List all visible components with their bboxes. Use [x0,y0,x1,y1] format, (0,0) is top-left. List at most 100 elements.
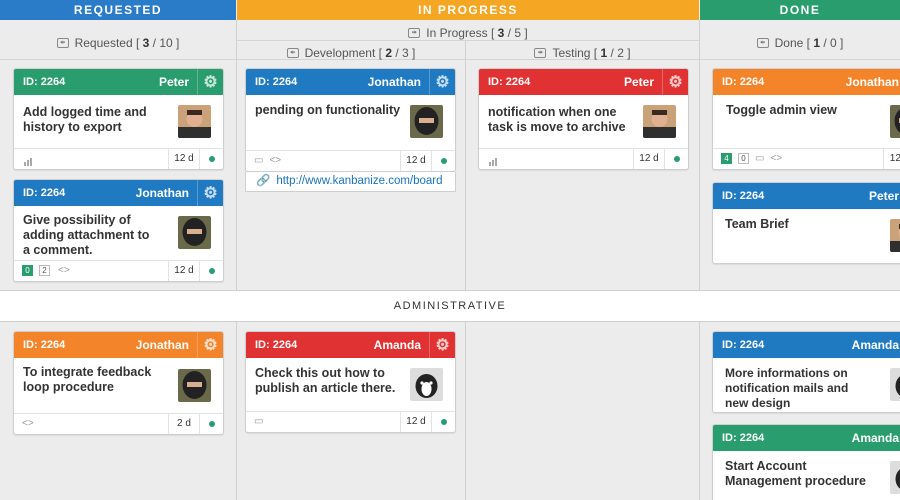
collapse-icon[interactable]: ⇹ [534,48,547,58]
card-owner[interactable]: Amanda [852,332,899,358]
card-link-url[interactable]: http://www.kanbanize.com/board [276,175,442,187]
badge-total[interactable]: 2 [39,265,50,276]
card-footer: 12 d [479,148,688,169]
card-title: Add logged time and history to export [23,105,147,134]
subheader-done: ⇹ Done [ 1 / 0 ] [700,20,900,60]
code-icon[interactable]: <> [269,155,281,166]
gear-icon[interactable]: ⚙ [429,69,455,95]
card-id: ID: 2264 [255,339,298,351]
column-header-done[interactable]: DONE [700,0,900,20]
task-card[interactable]: ID: 2264 Peter ⚙ notification when one t… [478,68,689,170]
card-owner[interactable]: Amanda [374,332,421,358]
column-divider [699,20,700,500]
task-card[interactable]: ID: 2264 Jonathan ⚙ Give possibility of … [13,179,224,282]
swimlane-administrative[interactable]: ADMINISTRATIVE [0,290,900,322]
collapse-icon[interactable]: ⇹ [286,48,299,58]
avatar [178,369,211,402]
avatar [890,461,900,494]
card-id: ID: 2264 [23,187,66,199]
card-id: ID: 2264 [722,190,765,202]
card-title: Start Account Management procedure [725,459,867,488]
card-header: ID: 2264 Peter ⚙ [479,69,688,95]
card-age: 12 d [633,149,665,169]
card-footer: <> 2 d [14,413,223,434]
code-icon[interactable]: <> [58,265,70,276]
card-age: 12 d [400,151,432,171]
card-id: ID: 2264 [23,339,66,351]
task-card[interactable]: ID: 2264 Amanda Start Account Management… [712,424,900,500]
card-id: ID: 2264 [255,76,298,88]
task-card[interactable]: ID: 2264 Jonathan ⚙ To integrate feedbac… [13,331,224,435]
collapse-icon[interactable]: ⇹ [756,38,769,48]
card-link[interactable]: 🔗 http://www.kanbanize.com/board [245,172,456,192]
stats-icon[interactable] [24,158,32,166]
column-divider [465,41,466,500]
card-owner[interactable]: Jonathan [846,69,899,95]
card-title: notification when one task is move to ar… [488,105,626,134]
card-title: pending on functionality [255,103,401,117]
card-age: 2 d [168,414,200,434]
subheader-in-progress: ⇹ In Progress [ 3 / 5 ] [237,20,699,41]
card-header: ID: 2264 Jonathan ⚙ [246,69,455,95]
status-dot [441,158,447,164]
card-owner[interactable]: Amanda [852,425,899,451]
stats-icon[interactable] [489,158,497,166]
card-owner[interactable]: Peter [869,183,899,209]
card-id: ID: 2264 [488,76,531,88]
task-card[interactable]: ID: 2264 Peter Team Brief [712,182,900,264]
card-header: ID: 2264 Jonathan ⚙ [14,332,223,358]
task-card[interactable]: ID: 2264 Jonathan Toggle admin view 40 ▭… [712,68,900,170]
status-dot [209,268,215,274]
avatar [410,105,443,138]
column-header-in-progress[interactable]: IN PROGRESS [237,0,699,20]
avatar [178,105,211,138]
comment-icon[interactable]: ▭ [254,155,263,166]
subheader-testing: ⇹ Testing [ 1 / 2 ] [466,41,699,60]
badge-total[interactable]: 0 [738,153,749,164]
card-footer: 02 <> 12 d [14,260,223,281]
task-card[interactable]: ID: 2264 Peter ⚙ Add logged time and his… [13,68,224,170]
card-header: ID: 2264 Jonathan ⚙ [14,180,223,206]
card-title: More informations on notification mails … [725,366,849,410]
collapse-icon[interactable]: ⇹ [408,28,421,38]
card-owner[interactable]: Jonathan [136,332,189,358]
card-owner[interactable]: Jonathan [136,180,189,206]
card-owner[interactable]: Jonathan [368,69,421,95]
card-header: ID: 2264 Amanda ⚙ [246,332,455,358]
subheader-development: ⇹ Development [ 2 / 3 ] [237,41,465,60]
column-header-requested[interactable]: REQUESTED [0,0,236,20]
gear-icon[interactable]: ⚙ [197,332,223,358]
card-title: To integrate feedback loop procedure [23,365,152,394]
gear-icon[interactable]: ⚙ [197,180,223,206]
task-card[interactable]: ID: 2264 Jonathan ⚙ pending on functiona… [245,68,456,172]
card-title: Check this out how to publish an article… [255,366,396,395]
task-card[interactable]: ID: 2264 Amanda ⚙ Check this out how to … [245,331,456,433]
card-footer: ▭ <> 12 d [246,150,455,171]
code-icon[interactable]: <> [22,418,34,429]
column-divider [236,20,237,500]
card-age: 12 d [168,261,200,281]
card-header: ID: 2264 Amanda [713,332,900,358]
task-card[interactable]: ID: 2264 Amanda More informations on not… [712,331,900,413]
badge-done[interactable]: 0 [22,265,33,276]
card-owner[interactable]: Peter [624,69,654,95]
card-footer: ▭ 12 d [246,411,455,432]
avatar [410,368,443,401]
gear-icon[interactable]: ⚙ [197,69,223,95]
card-header: ID: 2264 Peter ⚙ [14,69,223,95]
card-title: Give possibility of adding attachment to… [23,213,150,257]
gear-icon[interactable]: ⚙ [662,69,688,95]
badge-done[interactable]: 4 [721,153,732,164]
gear-icon[interactable]: ⚙ [429,332,455,358]
collapse-icon[interactable]: ⇹ [56,38,69,48]
avatar [890,105,900,138]
comment-icon[interactable]: ▭ [755,153,764,164]
card-age: 12 d [883,149,900,169]
code-icon[interactable]: <> [770,153,782,164]
card-owner[interactable]: Peter [159,69,189,95]
status-dot [441,419,447,425]
card-header: ID: 2264 Jonathan [713,69,900,95]
card-id: ID: 2264 [23,76,66,88]
comment-icon[interactable]: ▭ [254,416,263,427]
card-header: ID: 2264 Amanda [713,425,900,451]
